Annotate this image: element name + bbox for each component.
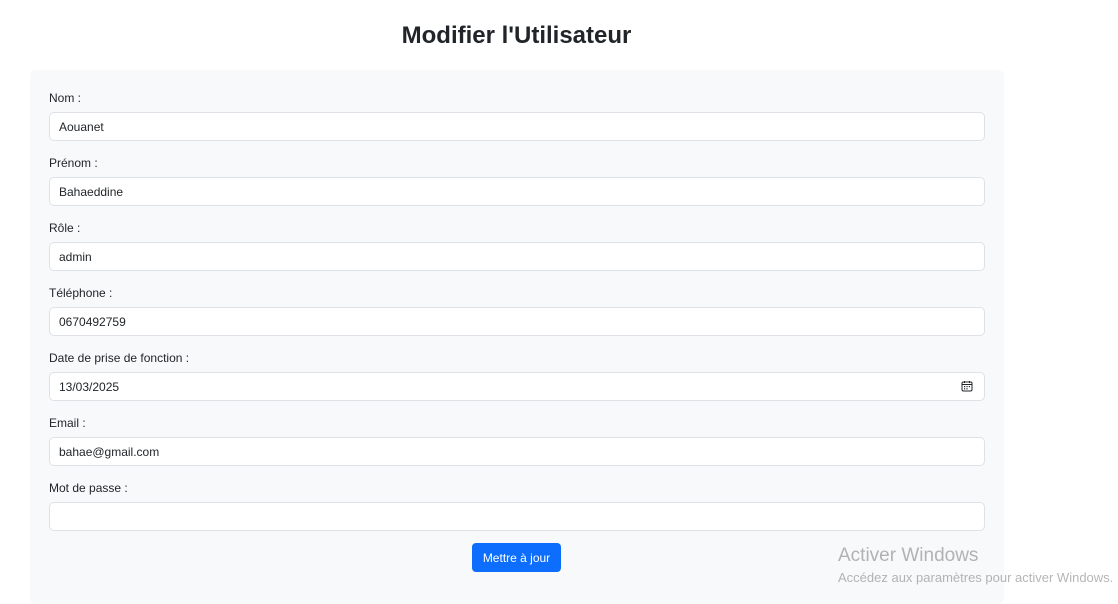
mot-de-passe-input[interactable] <box>49 502 985 531</box>
nom-label: Nom : <box>49 91 82 105</box>
role-label: Rôle : <box>49 221 81 235</box>
role-input[interactable] <box>49 242 985 271</box>
page-title: Modifier l'Utilisateur <box>401 22 632 49</box>
update-button[interactable]: Mettre à jour <box>472 543 561 572</box>
edit-user-form: Nom : Prénom : Rôle : Téléphone : Date d… <box>30 70 1004 604</box>
date-prise-fonction-input[interactable]: 13/03/2025 <box>49 372 985 401</box>
prenom-label: Prénom : <box>49 156 98 170</box>
calendar-icon[interactable] <box>961 380 973 392</box>
mot-de-passe-label: Mot de passe : <box>49 481 128 495</box>
date-prise-fonction-label: Date de prise de fonction : <box>49 351 190 365</box>
nom-input[interactable] <box>49 112 985 141</box>
activate-windows-subtitle: Accédez aux paramètres pour activer Wind… <box>838 570 1114 585</box>
email-input[interactable] <box>49 437 985 466</box>
email-label: Email : <box>49 416 86 430</box>
date-prise-fonction-value: 13/03/2025 <box>59 380 120 394</box>
activate-windows-title: Activer Windows <box>838 545 979 566</box>
telephone-input[interactable] <box>49 307 985 336</box>
prenom-input[interactable] <box>49 177 985 206</box>
telephone-label: Téléphone : <box>49 286 113 300</box>
